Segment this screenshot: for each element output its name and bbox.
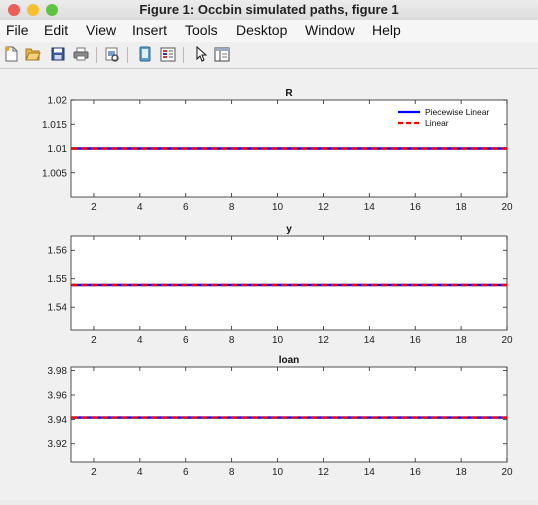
toolbar-separator bbox=[183, 47, 184, 63]
y-tick-label: 1.55 bbox=[48, 274, 68, 285]
figure-plots: R 2 4 6 8 10 12 14 16 18 20 1.005 1.01 1.015 1.02 Piece… bbox=[42, 88, 513, 478]
y-tick-label: 1.56 bbox=[48, 246, 68, 257]
axes-y[interactable]: y 2 4 6 8 10 12 14 16 18 20 1.54 1.55 1.56 bbox=[48, 224, 513, 346]
figure-canvas: R 2 4 6 8 10 12 14 16 18 20 1.005 1.01 1.015 1.02 Piece… bbox=[0, 69, 538, 500]
x-tick-label: 12 bbox=[318, 202, 330, 213]
axes-title: y bbox=[286, 224, 292, 235]
y-tick-label: 1.54 bbox=[48, 303, 68, 314]
x-tick-label: 2 bbox=[91, 335, 97, 346]
x-tick-label: 6 bbox=[183, 202, 189, 213]
menu-help[interactable]: Help bbox=[372, 22, 401, 38]
y-tick-label: 3.92 bbox=[48, 439, 68, 450]
x-tick-label: 6 bbox=[183, 335, 189, 346]
x-tick-label: 4 bbox=[137, 467, 143, 478]
x-tick-label: 14 bbox=[364, 202, 376, 213]
x-tick-label: 14 bbox=[364, 467, 376, 478]
y-tick-label: 3.94 bbox=[48, 415, 68, 426]
x-tick-label: 2 bbox=[91, 202, 97, 213]
figure-toolbar bbox=[0, 42, 538, 69]
x-tick-label: 10 bbox=[272, 467, 284, 478]
x-tick-label: 16 bbox=[410, 335, 422, 346]
x-tick-label: 2 bbox=[91, 467, 97, 478]
x-tick-label: 20 bbox=[501, 467, 513, 478]
property-inspector-icon[interactable] bbox=[214, 46, 230, 62]
y-tick-label: 1.005 bbox=[42, 168, 67, 179]
y-tick-label: 3.96 bbox=[48, 391, 68, 402]
x-tick-label: 8 bbox=[229, 335, 235, 346]
y-tick-label: 3.98 bbox=[48, 366, 68, 377]
x-tick-label: 20 bbox=[501, 202, 513, 213]
y-tick-label: 1.02 bbox=[48, 96, 68, 107]
menu-edit[interactable]: Edit bbox=[44, 22, 68, 38]
x-tick-label: 14 bbox=[364, 335, 376, 346]
new-figure-icon[interactable] bbox=[3, 46, 19, 62]
x-tick-label: 4 bbox=[137, 335, 143, 346]
x-tick-label: 10 bbox=[272, 202, 284, 213]
plot-area bbox=[70, 235, 508, 331]
x-tick-label: 4 bbox=[137, 202, 143, 213]
legend-label: Piecewise Linear bbox=[425, 107, 489, 117]
legend-label: Linear bbox=[425, 118, 449, 128]
toolbar-separator bbox=[96, 47, 97, 63]
axes-loan[interactable]: loan 2 4 6 8 10 12 14 16 18 20 3.92 3.94 3.96 3.98 bbox=[48, 355, 513, 478]
x-tick-label: 16 bbox=[410, 467, 422, 478]
link-plot-icon[interactable] bbox=[137, 46, 153, 62]
x-tick-label: 10 bbox=[272, 335, 284, 346]
x-tick-label: 12 bbox=[318, 467, 330, 478]
print-preview-icon[interactable] bbox=[104, 46, 120, 62]
x-tick-label: 6 bbox=[183, 467, 189, 478]
menu-insert[interactable]: Insert bbox=[132, 22, 167, 38]
menu-desktop[interactable]: Desktop bbox=[236, 22, 287, 38]
plot-area bbox=[70, 366, 508, 463]
x-tick-label: 8 bbox=[229, 202, 235, 213]
toolbar-separator bbox=[127, 47, 128, 63]
window-title: Figure 1: Occbin simulated paths, figure… bbox=[139, 2, 399, 17]
pointer-arrow-icon[interactable] bbox=[193, 46, 209, 62]
print-icon[interactable] bbox=[73, 46, 89, 62]
menu-view[interactable]: View bbox=[86, 22, 116, 38]
insert-colorbar-icon[interactable] bbox=[160, 46, 176, 62]
x-tick-label: 18 bbox=[456, 335, 468, 346]
menu-tools[interactable]: Tools bbox=[185, 22, 218, 38]
menu-window[interactable]: Window bbox=[305, 22, 355, 38]
menubar: File Edit View Insert Tools Desktop Wind… bbox=[0, 20, 538, 43]
x-tick-label: 8 bbox=[229, 467, 235, 478]
window-titlebar: Figure 1: Occbin simulated paths, figure… bbox=[0, 0, 538, 20]
axes-title: R bbox=[285, 88, 293, 99]
open-file-icon[interactable] bbox=[25, 46, 41, 62]
x-tick-label: 20 bbox=[501, 335, 513, 346]
y-tick-label: 1.01 bbox=[48, 144, 68, 155]
menu-file[interactable]: File bbox=[6, 22, 29, 38]
legend[interactable]: Piecewise LinearLinear bbox=[392, 104, 504, 132]
x-tick-label: 18 bbox=[456, 202, 468, 213]
y-tick-label: 1.015 bbox=[42, 120, 67, 131]
x-tick-label: 12 bbox=[318, 335, 330, 346]
x-tick-label: 18 bbox=[456, 467, 468, 478]
save-icon[interactable] bbox=[50, 46, 66, 62]
x-tick-label: 16 bbox=[410, 202, 422, 213]
axes-title: loan bbox=[279, 355, 300, 366]
axes-R[interactable]: R 2 4 6 8 10 12 14 16 18 20 1.005 1.01 1.015 1.02 Piece… bbox=[42, 88, 513, 213]
